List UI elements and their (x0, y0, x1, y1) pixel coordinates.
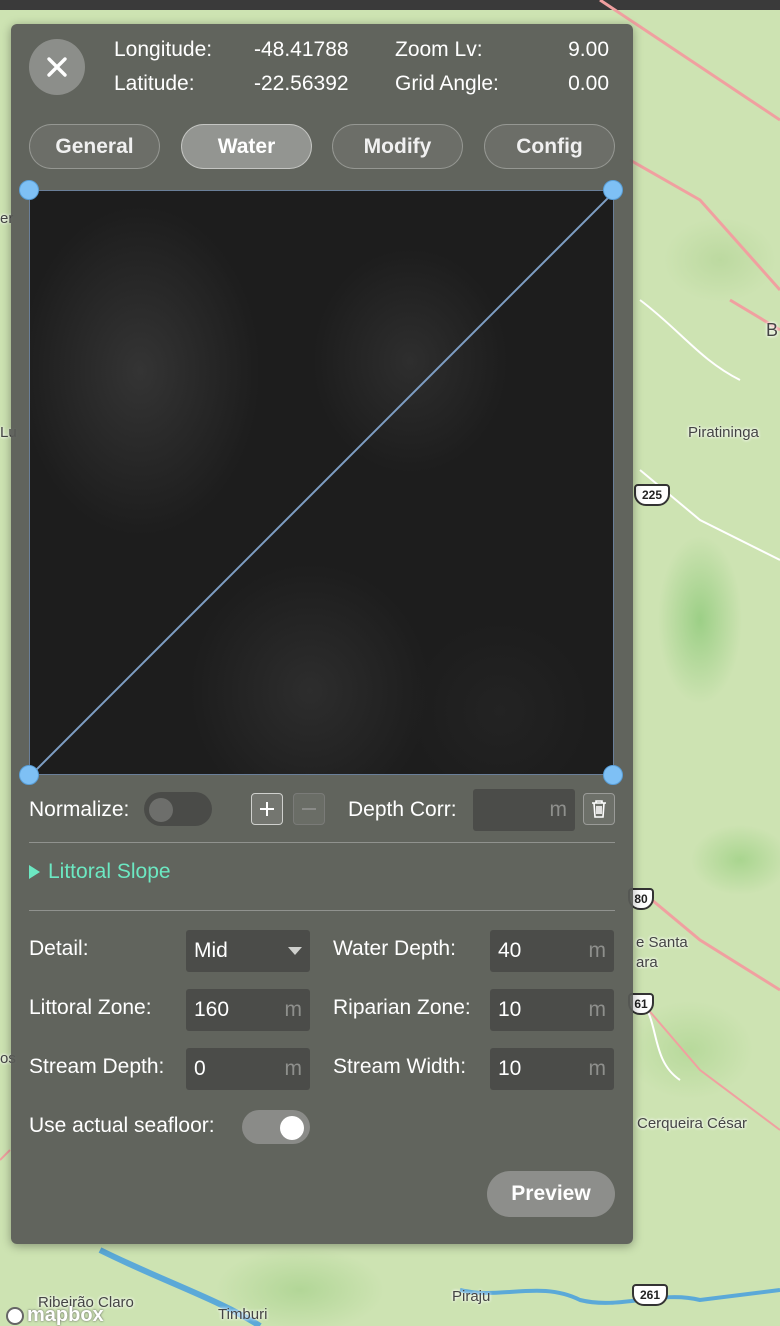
seafloor-toggle[interactable] (242, 1110, 310, 1144)
route-shield-225: 225 (634, 484, 670, 506)
water-settings-panel: Longitude: -48.41788 Zoom Lv: 9.00 Latit… (11, 24, 633, 1244)
littoral-zone-unit: m (284, 998, 303, 1021)
water-depth-unit: m (588, 939, 607, 962)
detail-select[interactable]: Mid (186, 930, 310, 972)
stream-width-unit: m (588, 1057, 607, 1080)
normalize-toggle-knob (149, 798, 173, 822)
grid-angle-value: 0.00 (568, 72, 609, 95)
route-shield-261: 261 (632, 1284, 668, 1306)
stream-depth-label: Stream Depth: (29, 1055, 165, 1078)
longitude-label: Longitude: (114, 38, 213, 61)
stream-depth-value[interactable]: 0 (194, 1057, 285, 1081)
tab-config[interactable]: Config (484, 124, 615, 169)
divider-bottom (29, 910, 615, 911)
heightmap-preview[interactable] (29, 190, 615, 776)
map-label-b: B (766, 320, 779, 340)
delete-button[interactable] (583, 793, 615, 825)
littoral-zone-value[interactable]: 160 (194, 998, 285, 1022)
zoom-value: 9.00 (568, 38, 609, 61)
tab-general[interactable]: General (29, 124, 160, 169)
preview-handle-bottom-left[interactable] (19, 765, 39, 785)
map-label-piraju: Piraju (452, 1288, 491, 1305)
preview-button[interactable]: Preview (487, 1171, 615, 1217)
map-label-timburi: Timburi (218, 1306, 268, 1323)
zoom-label: Zoom Lv: (395, 38, 483, 61)
tab-water[interactable]: Water (181, 124, 312, 169)
latitude-label: Latitude: (114, 72, 195, 95)
mapbox-logo-icon (6, 1306, 24, 1325)
map-label-piratininga: Piratininga (688, 424, 759, 441)
mapbox-logo-text: mapbox (27, 1304, 104, 1326)
stream-depth-unit: m (284, 1057, 303, 1080)
littoral-zone-field[interactable]: 160 m (186, 989, 310, 1031)
depth-corr-unit: m (549, 798, 568, 821)
riparian-zone-value[interactable]: 10 (498, 998, 589, 1022)
riparian-zone-label: Riparian Zone: (333, 996, 471, 1019)
depth-corr-input[interactable] (481, 798, 550, 822)
water-depth-label: Water Depth: (333, 937, 456, 960)
plus-icon (260, 802, 274, 816)
depth-corr-field[interactable]: m (473, 789, 575, 831)
minus-icon (302, 808, 316, 810)
preview-handle-bottom-right[interactable] (603, 765, 623, 785)
littoral-slope-label: Littoral Slope (48, 860, 171, 883)
minus-button[interactable] (293, 793, 325, 825)
close-icon (47, 57, 67, 77)
preview-diagonal-line (30, 191, 615, 776)
detail-select-value: Mid (194, 939, 228, 962)
panel-tabs: General Water Modify Config (29, 124, 615, 170)
detail-label: Detail: (29, 937, 89, 960)
stream-width-label: Stream Width: (333, 1055, 467, 1078)
tab-modify[interactable]: Modify (332, 124, 463, 169)
riparian-zone-field[interactable]: 10 m (490, 989, 614, 1031)
mapbox-logo[interactable]: mapbox (6, 1304, 104, 1326)
normalize-label: Normalize: (29, 798, 130, 821)
seafloor-label: Use actual seafloor: (29, 1114, 215, 1137)
divider-top (29, 842, 615, 843)
map-label-cerqueira: Cerqueira César (637, 1115, 748, 1132)
water-depth-field[interactable]: 40 m (490, 930, 614, 972)
littoral-slope-toggle[interactable]: Littoral Slope (29, 860, 171, 884)
stream-width-value[interactable]: 10 (498, 1057, 589, 1081)
chevron-down-icon (288, 947, 302, 955)
trash-icon (592, 800, 606, 818)
riparian-zone-unit: m (588, 998, 607, 1021)
close-button[interactable] (29, 39, 85, 95)
latitude-value: -22.56392 (254, 72, 349, 95)
littoral-zone-label: Littoral Zone: (29, 996, 152, 1019)
water-depth-value[interactable]: 40 (498, 939, 589, 963)
seafloor-toggle-knob (280, 1116, 304, 1140)
longitude-value: -48.41788 (254, 38, 349, 61)
preview-handle-top-right[interactable] (603, 180, 623, 200)
plus-button[interactable] (251, 793, 283, 825)
expand-triangle-icon (29, 865, 40, 879)
depth-corr-label: Depth Corr: (348, 798, 457, 821)
preview-handle-top-left[interactable] (19, 180, 39, 200)
normalize-toggle[interactable] (144, 792, 212, 826)
stream-depth-field[interactable]: 0 m (186, 1048, 310, 1090)
stream-width-field[interactable]: 10 m (490, 1048, 614, 1090)
map-label-santa: e Santa (636, 934, 688, 951)
map-label-santa-2: ara (636, 954, 658, 971)
grid-angle-label: Grid Angle: (395, 72, 499, 95)
